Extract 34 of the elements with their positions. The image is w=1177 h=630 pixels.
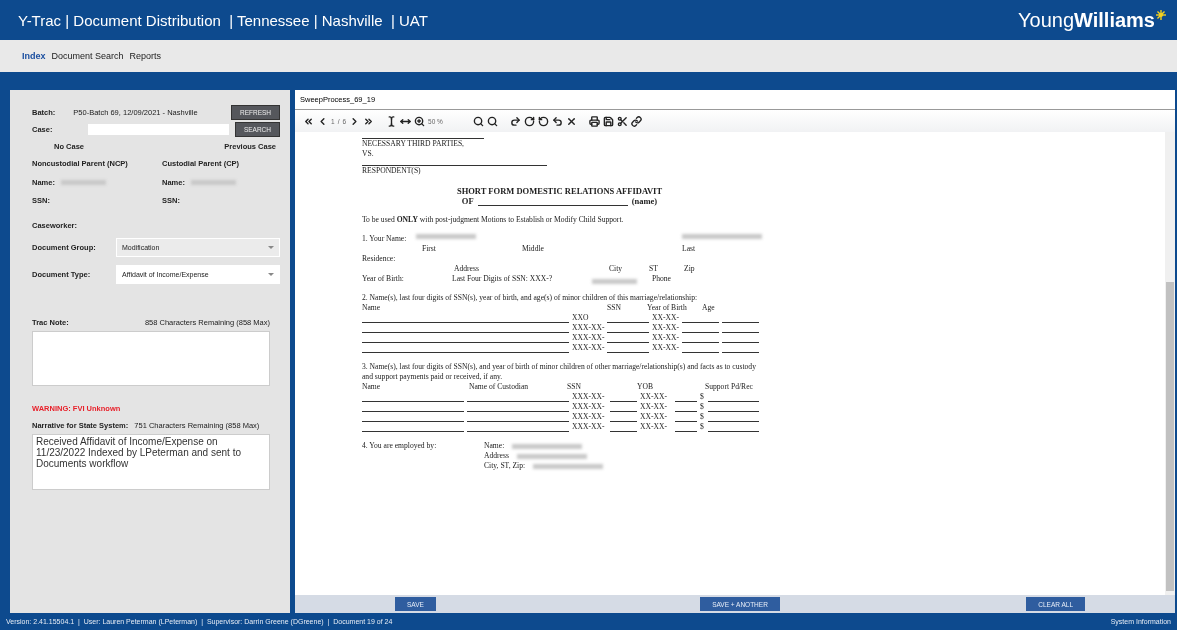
rotate-counterclockwise-icon[interactable] [537, 115, 549, 127]
nav-tab[interactable]: Index [22, 51, 46, 61]
scissors-icon[interactable] [616, 115, 628, 127]
scrollbar[interactable] [1165, 132, 1175, 595]
company-logo: YoungWilliams [1018, 8, 1167, 32]
redacted-text [416, 234, 477, 239]
redacted-text [60, 179, 106, 185]
print-icon[interactable] [588, 115, 600, 127]
zoom-in-icon[interactable] [414, 115, 426, 127]
redacted-text [592, 279, 637, 284]
document-heading: SHORT FORM DOMESTIC RELATIONS AFFIDAVIT [455, 186, 664, 196]
app-title: Y-Trac | Document Distribution | Tennessee | Nashville | UAT [18, 11, 428, 29]
undo-icon[interactable] [551, 115, 563, 127]
redacted-text [512, 443, 583, 449]
caret-icon [268, 273, 274, 276]
narrative-field[interactable]: Received Affidavit of Income/Expense on 11/23/2022 Indexed by LPeterman and sent to Documents workflow [32, 434, 270, 490]
case-field[interactable] [88, 124, 229, 135]
sun-icon [1155, 8, 1167, 21]
document-heading: OF [461, 196, 474, 206]
search-icon[interactable] [486, 115, 498, 127]
save-icon[interactable] [602, 115, 614, 127]
rotate-clockwise-icon[interactable] [523, 115, 535, 127]
document-text: (name) [631, 196, 658, 206]
link-icon[interactable] [630, 115, 642, 127]
caret-icon [268, 246, 274, 249]
search-icon[interactable] [472, 115, 484, 127]
redacted-text [533, 463, 604, 469]
nav-tab[interactable]: Reports [129, 51, 162, 61]
nav-tab[interactable]: Document Search [51, 51, 124, 61]
redacted-text [516, 453, 587, 459]
close-icon[interactable] [565, 115, 577, 127]
redo-icon[interactable] [509, 115, 521, 127]
trac-note-field[interactable] [32, 331, 270, 386]
redacted-text [190, 179, 236, 185]
